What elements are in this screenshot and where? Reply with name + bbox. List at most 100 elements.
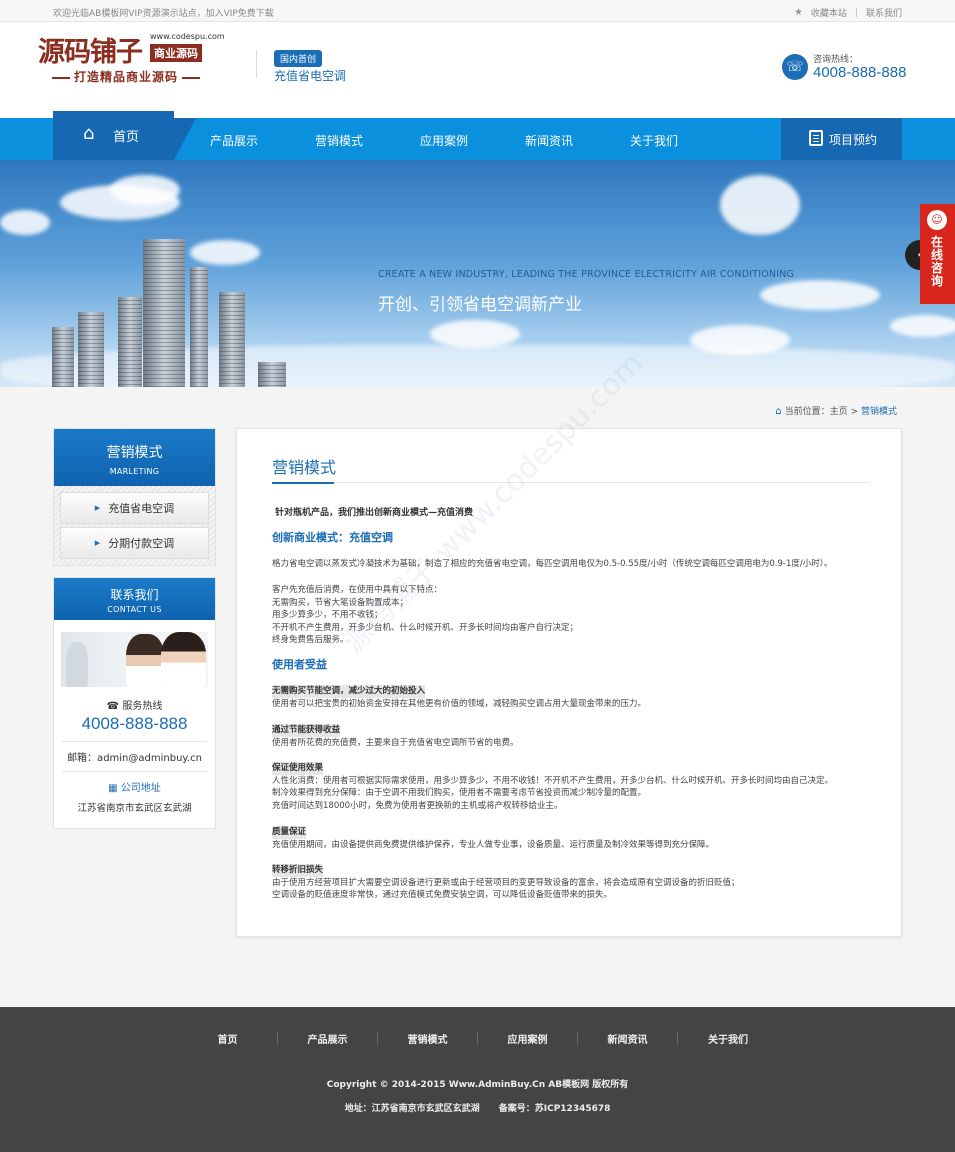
building	[118, 297, 142, 387]
footer-nav-news[interactable]: 新闻资讯	[578, 1031, 678, 1046]
cloud	[720, 175, 800, 235]
footer-address-line: 地址：江苏省南京市玄武区玄武湖 备案号：苏ICP12345678	[0, 1101, 955, 1114]
header-subtitle: 充值省电空调	[274, 69, 347, 83]
breadcrumb-prefix: 当前位置：	[784, 407, 830, 417]
nav-item-about[interactable]: 关于我们	[630, 132, 678, 149]
consult-label: 在线咨询	[930, 235, 943, 288]
sidebar-title-cn: 营销模式	[106, 445, 163, 461]
copyright: Copyright © 2014-2015 Www.AdminBuy.Cn AB…	[326, 1080, 629, 1090]
photo-figure	[161, 632, 206, 687]
sidebar: 营销模式 MARLETING ▶ 充值省电空调 ▶ 分期付款空调 联系我们 CO…	[53, 428, 216, 829]
top-links: ★ 收藏本站 | 联系我们	[794, 6, 902, 19]
footer-nav-home[interactable]: 首页	[178, 1031, 278, 1046]
service-number: 4008-888-888	[81, 714, 188, 733]
building	[52, 327, 74, 387]
list-item: 不开机不产生费用，开多少台机、什么时候开机、开多长时间均由客户自行决定；	[272, 622, 579, 633]
divider	[62, 771, 207, 772]
contact-title: 联系我们 CONTACT US	[54, 578, 215, 620]
home-icon: ⌂	[83, 123, 95, 144]
sidebar-title-en: MARLETING	[109, 467, 160, 476]
cloud	[890, 315, 955, 337]
banner-en: CREATE A NEW INDUSTRY, LEADING THE PROVI…	[378, 269, 795, 280]
cloud	[430, 320, 520, 348]
cloud	[0, 210, 50, 235]
triangle-right-icon: ▶	[94, 504, 101, 512]
contact-link[interactable]: 联系我们	[866, 6, 902, 19]
title-underline	[272, 482, 870, 484]
nav-slant	[174, 118, 196, 160]
building	[143, 239, 185, 387]
phone-icon: ☏	[782, 54, 808, 80]
paragraph: 使用者可以把宝贵的初始资金安排在其他更有价值的领域，减轻购买空调占用大量现金带来…	[272, 698, 647, 709]
footer-nav-about[interactable]: 关于我们	[678, 1031, 778, 1046]
nav-item-marketing[interactable]: 营销模式	[315, 132, 363, 149]
nav-home[interactable]: ⌂ 首页	[53, 111, 174, 160]
building	[190, 267, 208, 387]
home-icon: ⌂	[775, 406, 782, 417]
nav-home-label: 首页	[113, 130, 140, 145]
subheading: 通过节能获得收益	[272, 724, 341, 737]
sidebar-item-prepaid[interactable]: ▶ 充值省电空调	[60, 492, 209, 524]
list-item: 客户先充值后消费，在使用中具有以下特点：	[272, 585, 443, 595]
appointment-button[interactable]: 项目预约	[781, 118, 902, 160]
footer-address: 地址：江苏省南京市玄武区玄武湖	[344, 1104, 480, 1114]
sidebar-item-installment[interactable]: ▶ 分期付款空调	[60, 527, 209, 559]
footer-nav-marketing[interactable]: 营销模式	[378, 1031, 478, 1046]
photo-figure	[126, 634, 164, 687]
logo-slogan: 打造精品商业源码	[48, 68, 204, 85]
paragraph: 人性化消费：使用者可根据实际需求使用，用多少算多少，不用不收钱！不开机不产生费用…	[272, 775, 834, 786]
benefit-4: 质量保证 充值使用期间，由设备提供商免费提供维护保养，专业人做专业事，设备质量、…	[272, 826, 872, 851]
sidebar-item-label: 充值省电空调	[108, 502, 175, 515]
footer-nav-cases[interactable]: 应用案例	[478, 1031, 578, 1046]
nav-item-news[interactable]: 新闻资讯	[525, 132, 573, 149]
contact-box: 联系我们 CONTACT US ☎ 服务热线 4008-888-888 邮箱：a…	[53, 577, 216, 829]
footer-nav-products[interactable]: 产品展示	[278, 1031, 378, 1046]
headset-icon: ☺	[927, 210, 947, 230]
building	[258, 362, 286, 387]
footer-icp: 备案号：苏ICP12345678	[498, 1104, 611, 1114]
address-title: 公司地址	[120, 783, 161, 794]
benefit-1: 无需购买节能空调，减少过大的初始投入 使用者可以把宝贵的初始资金安排在其他更有价…	[272, 685, 872, 710]
cloud	[190, 240, 260, 265]
contact-title-en: CONTACT US	[107, 605, 162, 614]
breadcrumb: ⌂ 当前位置：主页 > 营销模式	[775, 404, 897, 417]
banner: CREATE A NEW INDUSTRY, LEADING THE PROVI…	[0, 160, 955, 387]
header-divider	[256, 50, 257, 78]
online-consult[interactable]: ☺ 在线咨询	[920, 204, 955, 304]
intro: 针对瓶机产品，我们推出创新商业模式—充值消费	[275, 508, 474, 518]
page-title: 营销模式	[272, 458, 337, 477]
service-line: ☎ 服务热线	[54, 697, 215, 712]
star-icon: ★	[793, 7, 803, 18]
benefit-3: 保证使用效果 人性化消费：使用者可根据实际需求使用，用多少算多少，不用不收钱！不…	[272, 762, 872, 812]
favorite-link[interactable]: 收藏本站	[811, 6, 847, 19]
email: 邮箱：admin@adminbuy.cn	[67, 753, 202, 764]
benefit-2: 通过节能获得收益 使用者所花费的充值费，主要来自于充值省电空调所节省的电费。	[272, 724, 872, 749]
nav-item-products[interactable]: 产品展示	[210, 132, 258, 149]
breadcrumb-home[interactable]: 主页	[830, 407, 848, 417]
phone-icon: ☎	[106, 701, 120, 712]
badge: 国内首创	[274, 50, 323, 67]
paragraph: 使用者所花费的充值费，主要来自于充值省电空调所节省的电费。	[272, 737, 519, 748]
paragraph: 空调设备的贬值速度非常快，通过充值模式免费安装空调，可以降低设备贬值带来的损失。	[272, 890, 613, 900]
appointment-label: 项目预约	[829, 133, 878, 147]
logo-site: www.codespu.com	[150, 32, 225, 41]
divider	[62, 741, 207, 742]
logo-text: 源码铺子	[38, 37, 143, 68]
building	[78, 312, 104, 387]
sidebar-item-label: 分期付款空调	[108, 537, 175, 550]
contact-title-cn: 联系我们	[110, 588, 159, 602]
subheading: 无需购买节能空调，减少过大的初始投入	[272, 685, 426, 698]
top-separator: |	[854, 7, 858, 18]
welcome-text: 欢迎光临AB模板网VIP资源演示站点，加入VIP免费下载	[53, 9, 274, 19]
logo[interactable]: 源码铺子 www.codespu.com 商业源码 打造精品商业源码	[38, 30, 225, 90]
footer: 首页 产品展示 营销模式 应用案例 新闻资讯 关于我们 Copyright © …	[0, 1007, 955, 1152]
banner-cn: 开创、引领省电空调新产业	[378, 295, 582, 315]
nav-item-cases[interactable]: 应用案例	[420, 132, 468, 149]
list-item: 用多少算多少，不用不收钱；	[272, 610, 383, 620]
cloud	[760, 280, 880, 310]
paragraph: 格力省电空调以蒸发式冷凝技术为基础，制造了相应的充值省电空调，每匹空调用电仅为0…	[272, 559, 833, 569]
breadcrumb-current: 营销模式	[860, 407, 897, 417]
benefit-5: 转移折旧损失 由于使用方经营项目扩大需要空调设备进行更新或由于经营项目的变更导致…	[272, 864, 872, 902]
subheading: 保证使用效果	[272, 762, 324, 775]
breadcrumb-sep: >	[850, 407, 859, 417]
